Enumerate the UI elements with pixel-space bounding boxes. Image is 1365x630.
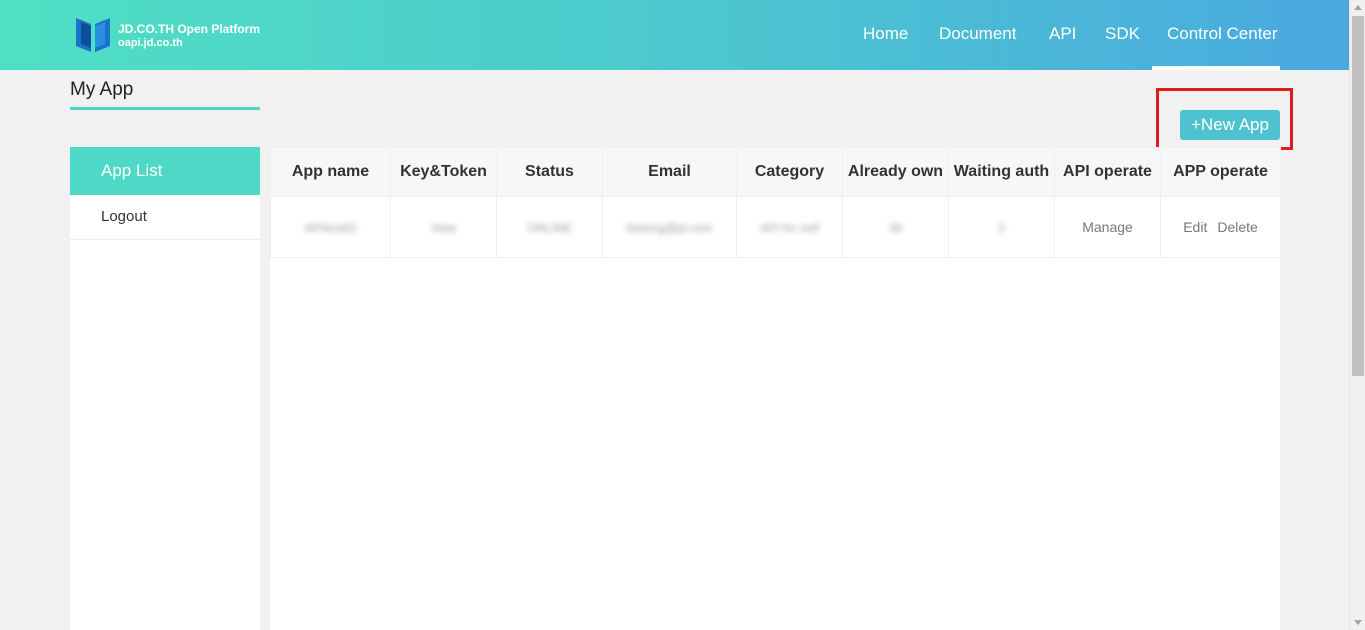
brand-subtitle: oapi.jd.co.th (118, 37, 183, 49)
nav-control-center[interactable]: Control Center (1167, 24, 1278, 44)
column-header: Email (602, 147, 737, 197)
top-header: JD.CO.TH Open Platform oapi.jd.co.th Hom… (0, 0, 1349, 70)
column-header: APP operate (1160, 147, 1281, 197)
category-cell: API for self (760, 221, 819, 235)
scroll-up-arrow-icon[interactable] (1354, 5, 1362, 10)
column-header: Category (736, 147, 843, 197)
nav-api[interactable]: API (1049, 24, 1076, 44)
scroll-thumb[interactable] (1352, 16, 1364, 376)
sidebar-item-app-list[interactable]: App List (70, 147, 260, 195)
app-table-panel: App name Key&Token Status Email Category… (270, 147, 1281, 630)
column-header: API operate (1054, 147, 1161, 197)
column-header: Already own (842, 147, 949, 197)
new-app-button[interactable]: +New App (1180, 110, 1280, 140)
brand-title: JD.CO.TH Open Platform (118, 22, 261, 36)
nav-sdk[interactable]: SDK (1105, 24, 1140, 44)
nav-active-indicator (1152, 66, 1280, 70)
delete-link[interactable]: Delete (1217, 219, 1257, 235)
column-header: App name (270, 147, 391, 197)
already-own-cell: 30 (888, 221, 903, 235)
sidebar-item-logout[interactable]: Logout (70, 195, 260, 240)
page-scrollbar[interactable] (1349, 0, 1365, 630)
view-key-token-link[interactable]: View (431, 221, 457, 235)
title-underline (70, 107, 260, 110)
email-cell: fisheng@jd.com (626, 221, 713, 235)
app-table: App name Key&Token Status Email Category… (270, 147, 1281, 258)
open-book-logo-icon[interactable] (75, 14, 111, 54)
column-header: Key&Token (390, 147, 497, 197)
status-cell: ONLINE (527, 221, 572, 235)
nav-document[interactable]: Document (939, 24, 1016, 44)
scroll-down-arrow-icon[interactable] (1354, 620, 1362, 625)
app-name-cell: APItest02 (304, 221, 357, 235)
page-title: My App (70, 79, 134, 100)
waiting-auth-cell: 0 (998, 221, 1005, 235)
table-header-row: App name Key&Token Status Email Category… (270, 147, 1281, 197)
table-row: APItest02 View ONLINE fisheng@jd.com API… (270, 196, 1281, 258)
column-header: Status (496, 147, 603, 197)
manage-link[interactable]: Manage (1082, 219, 1133, 235)
nav-home[interactable]: Home (863, 24, 908, 44)
edit-link[interactable]: Edit (1183, 219, 1207, 235)
column-header: Waiting auth (948, 147, 1055, 197)
sidebar: App List Logout (70, 147, 260, 630)
